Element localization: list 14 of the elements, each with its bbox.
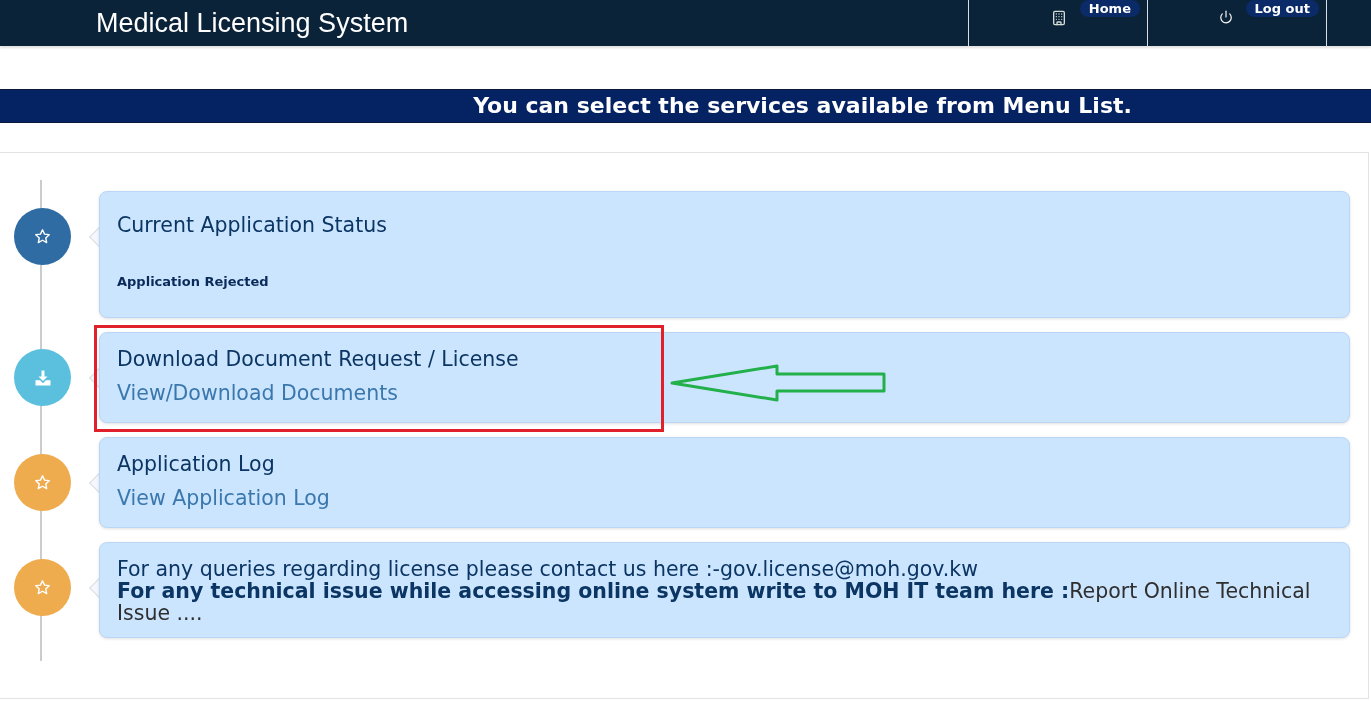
support-text: For any technical issue while accessing online system write to MOH IT team here :Report Online Technical Issue ....: [117, 580, 1312, 624]
card-title: Download Document Request / License: [117, 348, 520, 370]
card-link[interactable]: View/Download Documents: [117, 382, 398, 404]
building-icon[interactable]: [1050, 10, 1067, 26]
card-title: Current Application Status: [117, 214, 388, 236]
power-icon[interactable]: [1218, 10, 1233, 24]
card-link[interactable]: View Application Log: [117, 487, 330, 509]
app-title: Medical Licensing System: [96, 8, 409, 38]
banner-text: You can select the services available from Menu List.: [473, 93, 1132, 119]
home-button[interactable]: Home: [1079, 0, 1140, 17]
logout-button[interactable]: Log out: [1245, 0, 1319, 17]
card-title: Application Log: [117, 453, 276, 475]
status-text: Application Rejected: [117, 273, 270, 291]
contact-text: For any queries regarding license please contact us here :-gov.license@moh.gov.kw: [117, 558, 979, 580]
